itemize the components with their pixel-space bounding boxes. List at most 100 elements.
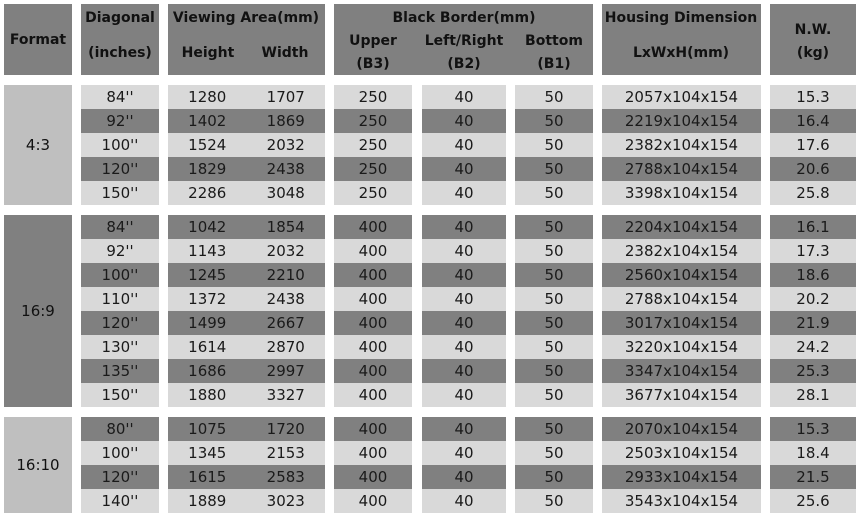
viewing-area-row: 1499 2667 — [168, 311, 325, 335]
upper-border-cell: 250 — [334, 85, 412, 109]
header-diagonal-label: Diagonal — [85, 10, 155, 26]
bottom-border-cell: 50 — [515, 287, 593, 311]
width-cell: 2583 — [246, 465, 325, 489]
header-viewing-area: Viewing Area(mm) Height Width — [168, 4, 325, 75]
viewing-area-row: 1829 2438 — [168, 157, 325, 181]
diagonal-column: 80'' 100'' 120'' 140'' — [81, 417, 159, 513]
upper-border-cell: 400 — [334, 441, 412, 465]
weight-cell: 15.3 — [770, 85, 856, 109]
housing-cell: 2788x104x154 — [602, 287, 761, 311]
header-viewing-area-label: Viewing Area(mm) — [172, 10, 320, 26]
height-cell: 1880 — [168, 383, 247, 407]
weight-cell: 25.8 — [770, 181, 856, 205]
height-cell: 1686 — [168, 359, 247, 383]
format-label: 4:3 — [25, 136, 51, 154]
header-housing-unit: LxWxH(mm) — [632, 45, 730, 61]
header-housing-label: Housing Dimension — [604, 10, 758, 26]
width-cell: 2870 — [246, 335, 325, 359]
header-width-label: Width — [261, 45, 309, 61]
upper-border-cell: 250 — [334, 133, 412, 157]
viewing-area-column: 1280 1707 1402 1869 1524 2032 1829 2438 2286 3048 — [168, 85, 325, 205]
upper-border-cell: 400 — [334, 383, 412, 407]
header-nw-label: N.W. — [794, 22, 832, 38]
height-cell: 1499 — [168, 311, 247, 335]
bottom-border-cell: 50 — [515, 263, 593, 287]
leftright-border-cell: 40 — [422, 287, 506, 311]
viewing-area-row: 1345 2153 — [168, 441, 325, 465]
header-black-border-label: Black Border(mm) — [392, 10, 536, 26]
viewing-area-row: 1075 1720 — [168, 417, 325, 441]
housing-cell: 2788x104x154 — [602, 157, 761, 181]
leftright-border-cell: 40 — [422, 489, 506, 513]
header-upper-label: Upper — [349, 33, 397, 49]
viewing-area-row: 1614 2870 — [168, 335, 325, 359]
weight-cell: 18.6 — [770, 263, 856, 287]
viewing-area-row: 1245 2210 — [168, 263, 325, 287]
header-diagonal: Diagonal (inches) — [81, 4, 159, 75]
header-leftright-code: (B2) — [447, 56, 481, 72]
weight-cell: 18.4 — [770, 441, 856, 465]
upper-border-cell: 400 — [334, 215, 412, 239]
viewing-area-row: 1524 2032 — [168, 133, 325, 157]
housing-column: 2204x104x154 2382x104x154 2560x104x154 2788… — [602, 215, 761, 407]
height-cell: 1280 — [168, 85, 247, 109]
header-height-label: Height — [181, 45, 235, 61]
bottom-border-column: 50 50 50 50 — [515, 417, 593, 513]
leftright-border-cell: 40 — [422, 465, 506, 489]
upper-border-cell: 250 — [334, 109, 412, 133]
diagonal-cell: 120'' — [81, 465, 159, 489]
weight-column: 15.3 18.4 21.5 25.6 — [770, 417, 856, 513]
height-cell: 1372 — [168, 287, 247, 311]
viewing-area-column: 1075 1720 1345 2153 1615 2583 1889 3023 — [168, 417, 325, 513]
height-cell: 1245 — [168, 263, 247, 287]
housing-cell: 2382x104x154 — [602, 239, 761, 263]
viewing-area-column: 1042 1854 1143 2032 1245 2210 1372 2438 1499 2667… — [168, 215, 325, 407]
height-cell: 1889 — [168, 489, 247, 513]
header-format-label: Format — [9, 32, 67, 48]
leftright-border-cell: 40 — [422, 109, 506, 133]
bottom-border-cell: 50 — [515, 157, 593, 181]
viewing-area-row: 1889 3023 — [168, 489, 325, 513]
upper-border-cell: 400 — [334, 359, 412, 383]
housing-cell: 2204x104x154 — [602, 215, 761, 239]
bottom-border-cell: 50 — [515, 465, 593, 489]
viewing-area-row: 1686 2997 — [168, 359, 325, 383]
width-cell: 2997 — [246, 359, 325, 383]
diagonal-cell: 92'' — [81, 239, 159, 263]
height-cell: 1829 — [168, 157, 247, 181]
housing-cell: 3347x104x154 — [602, 359, 761, 383]
diagonal-cell: 100'' — [81, 133, 159, 157]
bottom-border-cell: 50 — [515, 489, 593, 513]
upper-border-cell: 400 — [334, 239, 412, 263]
height-cell: 2286 — [168, 181, 247, 205]
weight-cell: 28.1 — [770, 383, 856, 407]
width-cell: 2667 — [246, 311, 325, 335]
diagonal-cell: 150'' — [81, 181, 159, 205]
diagonal-cell: 130'' — [81, 335, 159, 359]
diagonal-cell: 150'' — [81, 383, 159, 407]
header-black-border: Black Border(mm) Upper (B3) Left/Right (… — [334, 4, 593, 75]
diagonal-cell: 140'' — [81, 489, 159, 513]
housing-cell: 2070x104x154 — [602, 417, 761, 441]
weight-cell: 16.1 — [770, 215, 856, 239]
upper-border-cell: 400 — [334, 417, 412, 441]
bottom-border-cell: 50 — [515, 311, 593, 335]
width-cell: 3327 — [246, 383, 325, 407]
leftright-border-cell: 40 — [422, 311, 506, 335]
width-cell: 2032 — [246, 133, 325, 157]
leftright-border-cell: 40 — [422, 263, 506, 287]
bottom-border-column: 50 50 50 50 50 50 50 50 — [515, 215, 593, 407]
width-cell: 1869 — [246, 109, 325, 133]
leftright-border-column: 40 40 40 40 — [422, 417, 506, 513]
leftright-border-cell: 40 — [422, 157, 506, 181]
width-cell: 1854 — [246, 215, 325, 239]
upper-border-cell: 400 — [334, 335, 412, 359]
width-cell: 2438 — [246, 157, 325, 181]
housing-cell: 3398x104x154 — [602, 181, 761, 205]
weight-column: 15.3 16.4 17.6 20.6 25.8 — [770, 85, 856, 205]
header-format: Format — [4, 4, 72, 75]
upper-border-cell: 250 — [334, 157, 412, 181]
header-nw-unit: (kg) — [796, 45, 830, 61]
upper-border-cell: 250 — [334, 181, 412, 205]
height-cell: 1615 — [168, 465, 247, 489]
